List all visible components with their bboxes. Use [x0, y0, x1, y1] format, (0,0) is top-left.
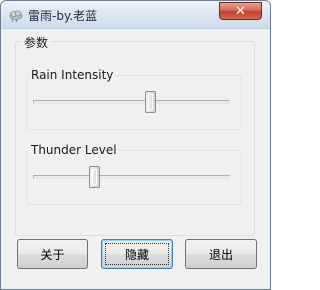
window-title: 雷雨-by.老蓝: [28, 9, 98, 23]
exit-button[interactable]: 退出: [185, 239, 257, 269]
thunder-level-slider-track[interactable]: [33, 175, 230, 179]
app-window: 雷雨-by.老蓝 ✕ 参数 Rain Intensity Thunder Lev…: [0, 0, 271, 290]
rain-intensity-slider-thumb[interactable]: [144, 91, 156, 113]
focus-rectangle: [105, 243, 169, 265]
close-button[interactable]: ✕: [219, 2, 262, 20]
params-group-label: 参数: [22, 34, 51, 51]
hide-button[interactable]: 隐藏: [101, 239, 173, 269]
title-bar[interactable]: 雷雨-by.老蓝 ✕: [1, 1, 270, 29]
about-button[interactable]: 关于: [17, 239, 88, 269]
cloud-icon: [9, 10, 23, 23]
rain-intensity-slider-track[interactable]: [33, 100, 230, 104]
rain-intensity-label: Rain Intensity: [29, 68, 116, 82]
about-button-label: 关于: [40, 247, 65, 262]
close-icon: ✕: [235, 3, 246, 19]
thunder-level-label: Thunder Level: [29, 143, 119, 157]
thunder-level-slider-thumb[interactable]: [88, 166, 100, 188]
client-area: 参数 Rain Intensity Thunder Level 关于 隐藏 退出: [1, 30, 270, 289]
thunder-level-groupbox: Thunder Level: [26, 143, 242, 205]
rain-intensity-groupbox: Rain Intensity: [26, 68, 242, 130]
exit-button-label: 退出: [208, 247, 233, 262]
params-groupbox: 参数 Rain Intensity Thunder Level: [15, 34, 255, 236]
